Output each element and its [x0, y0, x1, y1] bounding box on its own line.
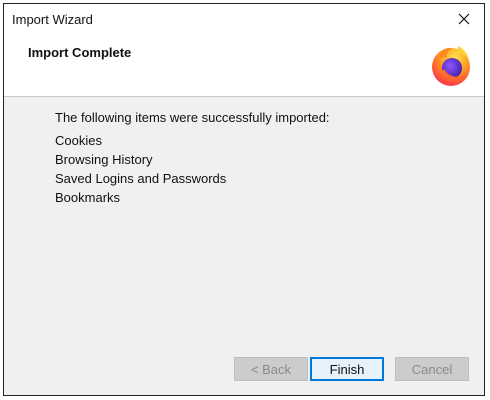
close-icon — [458, 13, 470, 25]
title-bar: Import Wizard — [4, 4, 484, 34]
wizard-header: Import Complete — [4, 34, 484, 97]
summary-intro: The following items were successfully im… — [55, 110, 330, 125]
cancel-button[interactable]: Cancel — [395, 357, 469, 381]
import-wizard-window: Import Wizard Import Complete The follow… — [3, 3, 485, 396]
window-title: Import Wizard — [12, 12, 93, 27]
imported-item-saved-logins: Saved Logins and Passwords — [55, 171, 227, 186]
finish-button[interactable]: Finish — [310, 357, 384, 381]
imported-item-bookmarks: Bookmarks — [55, 190, 121, 205]
imported-item-cookies: Cookies — [55, 133, 102, 148]
firefox-logo-icon — [432, 46, 470, 86]
close-button[interactable] — [444, 4, 484, 34]
back-button[interactable]: < Back — [234, 357, 308, 381]
import-summary: The following items were successfully im… — [55, 110, 330, 207]
page-title: Import Complete — [28, 45, 132, 60]
imported-item-browsing-history: Browsing History — [55, 152, 153, 167]
